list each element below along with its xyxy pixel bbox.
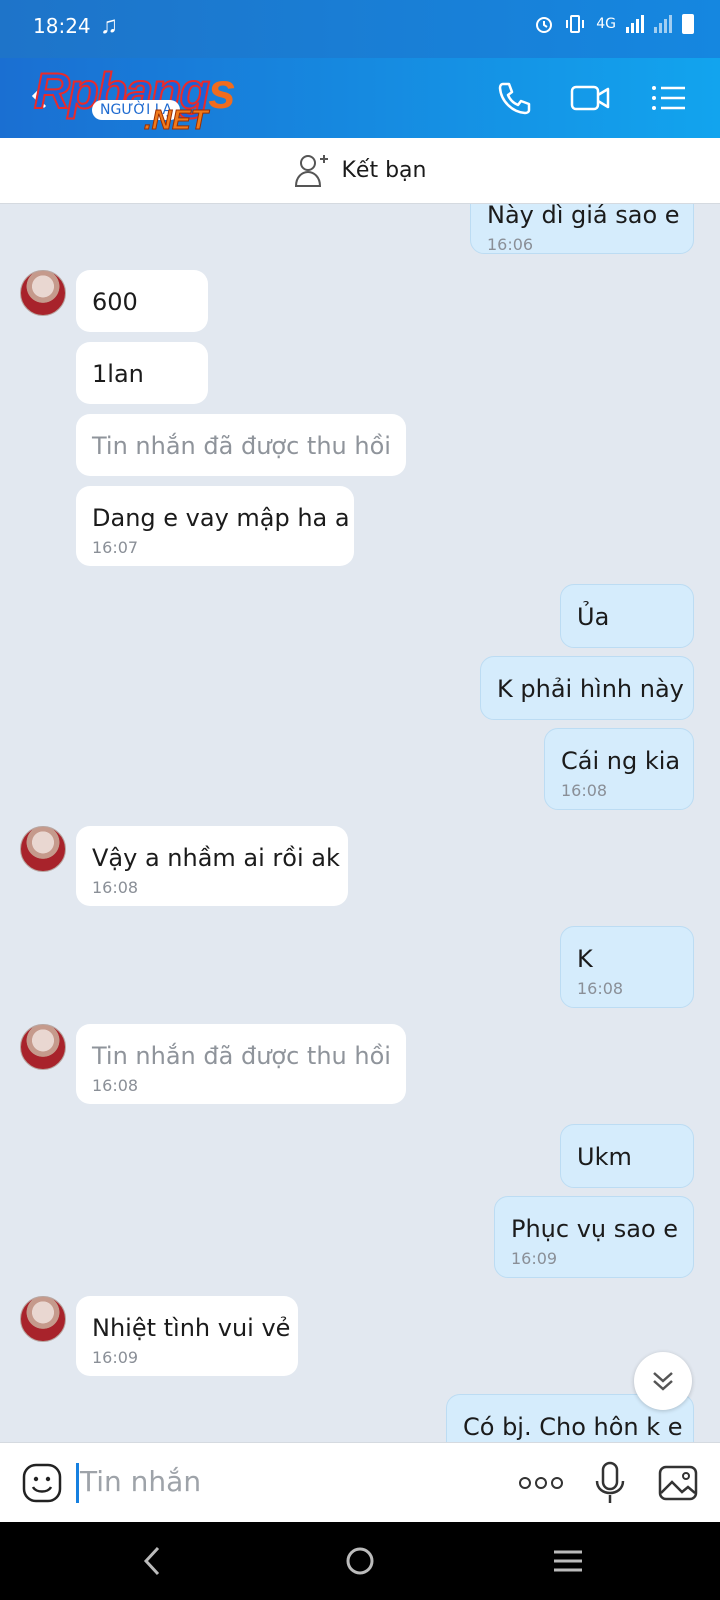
message-text: Ủa (577, 603, 610, 631)
add-friend-button[interactable]: Kết bạn (0, 138, 720, 204)
message-text: 1lan (92, 360, 144, 388)
message-bubble-recalled[interactable]: Tin nhắn đã được thu hồi (76, 414, 406, 476)
message-text: Tin nhắn đã được thu hồi (92, 1042, 391, 1070)
message-input-bar: Tin nhắn (0, 1442, 720, 1522)
more-options-icon[interactable] (518, 1473, 564, 1493)
nav-back-icon[interactable] (140, 1544, 164, 1578)
logo-net: .NET (144, 104, 209, 136)
message-time: 16:08 (561, 781, 608, 800)
menu-list-icon[interactable] (648, 78, 688, 118)
image-gallery-icon[interactable] (658, 1465, 698, 1501)
message-bubble-incoming[interactable]: 600 (76, 270, 208, 332)
contact-avatar[interactable] (20, 1024, 66, 1070)
phone-call-icon[interactable] (494, 78, 534, 118)
status-time: 18:24 (33, 14, 91, 38)
message-time: 16:08 (92, 878, 139, 897)
message-bubble-incoming[interactable]: Nhiệt tình vui vẻ 16:09 (76, 1296, 298, 1376)
battery-icon (682, 14, 694, 34)
watermark-logo: Rpbangs NGƯỜI LẠ .NET (33, 60, 254, 136)
nav-home-icon[interactable] (344, 1544, 376, 1578)
message-input[interactable]: Tin nhắn (80, 1465, 201, 1498)
message-text: Nhiệt tình vui vẻ (92, 1314, 291, 1342)
message-bubble-incoming[interactable]: 1lan (76, 342, 208, 404)
message-bubble-outgoing[interactable]: Phục vụ sao e 16:09 (494, 1196, 694, 1278)
message-bubble-outgoing[interactable]: K 16:08 (560, 926, 694, 1008)
contact-avatar[interactable] (20, 270, 66, 316)
message-time: 16:06 (487, 235, 534, 254)
add-friend-label: Kết bạn (341, 158, 427, 183)
message-text: K (577, 945, 593, 973)
emoji-icon[interactable] (22, 1463, 62, 1503)
vibrate-icon (566, 15, 585, 33)
message-text: 600 (92, 288, 138, 316)
alarm-icon (536, 17, 553, 33)
message-bubble-recalled[interactable]: Tin nhắn đã được thu hồi 16:08 (76, 1024, 406, 1104)
message-time: 16:07 (92, 538, 139, 557)
message-bubble-outgoing[interactable]: Ủa (560, 584, 694, 648)
signal-icon (626, 15, 644, 33)
scroll-to-bottom-button[interactable] (634, 1352, 692, 1410)
text-cursor (76, 1463, 79, 1503)
video-call-icon[interactable] (570, 78, 610, 118)
nav-recents-icon[interactable] (552, 1544, 584, 1578)
chat-header: Rpbangs NGƯỜI LẠ .NET (0, 58, 720, 138)
message-time: 16:08 (577, 979, 624, 998)
message-bubble-incoming[interactable]: Dang e vay mập ha a 16:07 (76, 486, 354, 566)
microphone-icon[interactable] (594, 1461, 626, 1505)
message-time: 16:09 (511, 1249, 558, 1268)
music-note-icon: ♫ (100, 12, 118, 39)
message-text: Tin nhắn đã được thu hồi (92, 432, 391, 460)
network-type: 4G (596, 16, 616, 32)
message-text: Dang e vay mập ha a (92, 504, 350, 532)
message-bubble-outgoing[interactable]: K phải hình này (480, 656, 694, 720)
contact-avatar[interactable] (20, 826, 66, 872)
message-text: Vậy a nhầm ai rồi ak (92, 844, 340, 872)
message-bubble-outgoing[interactable]: Ukm (560, 1124, 694, 1188)
message-text: Ukm (577, 1143, 632, 1171)
signal-2-icon (654, 15, 672, 33)
message-text: Cái ng kia (561, 747, 681, 775)
message-bubble-incoming[interactable]: Vậy a nhầm ai rồi ak 16:08 (76, 826, 348, 906)
message-bubble-outgoing[interactable]: Cái ng kia 16:08 (544, 728, 694, 810)
message-time: 16:09 (92, 1348, 139, 1367)
message-list[interactable]: Này dì giá sao e 16:06 600 1lan Tin nhắn… (0, 204, 720, 1442)
message-text: Này dì giá sao e (487, 204, 680, 229)
system-nav-bar (0, 1522, 720, 1600)
message-bubble-outgoing[interactable]: Này dì giá sao e 16:06 (470, 204, 694, 254)
double-chevron-down-icon (653, 1372, 673, 1391)
message-text: K phải hình này (497, 675, 684, 703)
message-time: 16:08 (92, 1076, 139, 1095)
contact-avatar[interactable] (20, 1296, 66, 1342)
message-text: Phục vụ sao e (511, 1215, 679, 1243)
status-indicators: 4G (534, 14, 694, 34)
add-friend-icon (294, 154, 328, 187)
status-bar: 18:24 ♫ 4G (0, 0, 720, 58)
